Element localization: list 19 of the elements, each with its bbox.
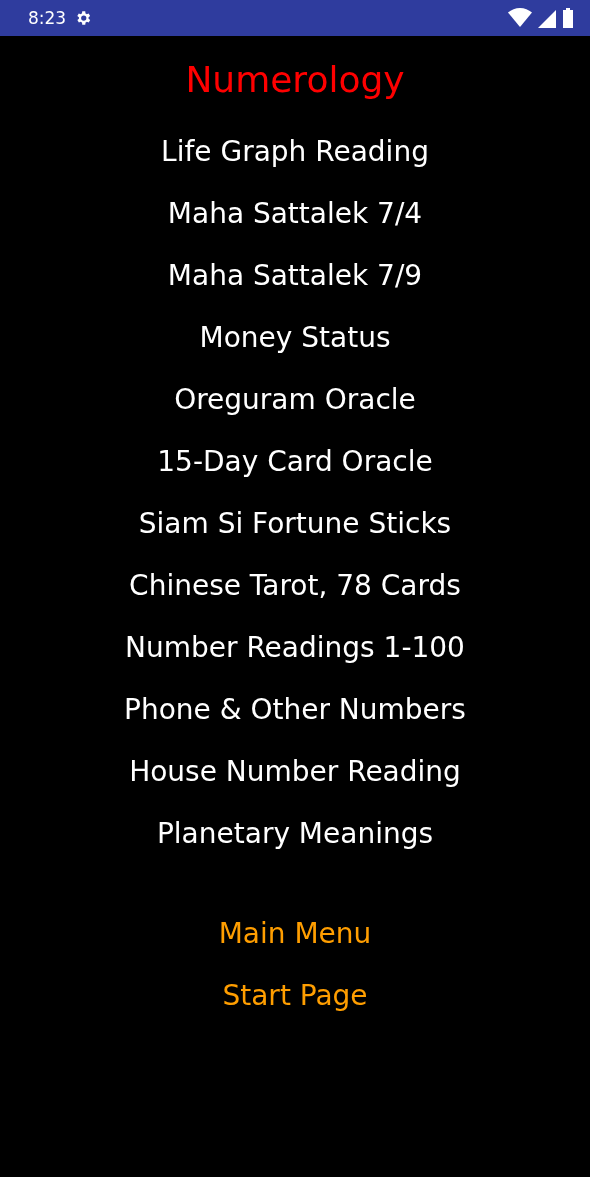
signal-icon: [538, 8, 556, 28]
wifi-icon: [508, 8, 532, 28]
menu-item[interactable]: Life Graph Reading: [161, 121, 429, 183]
menu-item[interactable]: Chinese Tarot, 78 Cards: [129, 555, 461, 617]
menu-item[interactable]: 15-Day Card Oracle: [157, 431, 433, 493]
menu-item[interactable]: Maha Sattalek 7/9: [167, 245, 423, 307]
status-time: 8:23: [28, 8, 67, 28]
nav-link[interactable]: Main Menu: [218, 903, 372, 965]
battery-icon: [562, 8, 574, 28]
menu-item[interactable]: House Number Reading: [129, 741, 461, 803]
menu-item[interactable]: Oreguram Oracle: [174, 369, 416, 431]
menu-item[interactable]: Number Readings 1-100: [125, 617, 465, 679]
menu-item[interactable]: Planetary Meanings: [156, 803, 434, 865]
menu-item[interactable]: Phone & Other Numbers: [124, 679, 466, 741]
menu-item[interactable]: Siam Si Fortune Sticks: [138, 493, 452, 555]
menu-item[interactable]: Maha Sattalek 7/4: [167, 183, 423, 245]
page-title: Numerology: [185, 58, 405, 102]
nav-link[interactable]: Start Page: [222, 965, 368, 1027]
menu-item[interactable]: Money Status: [199, 307, 391, 369]
